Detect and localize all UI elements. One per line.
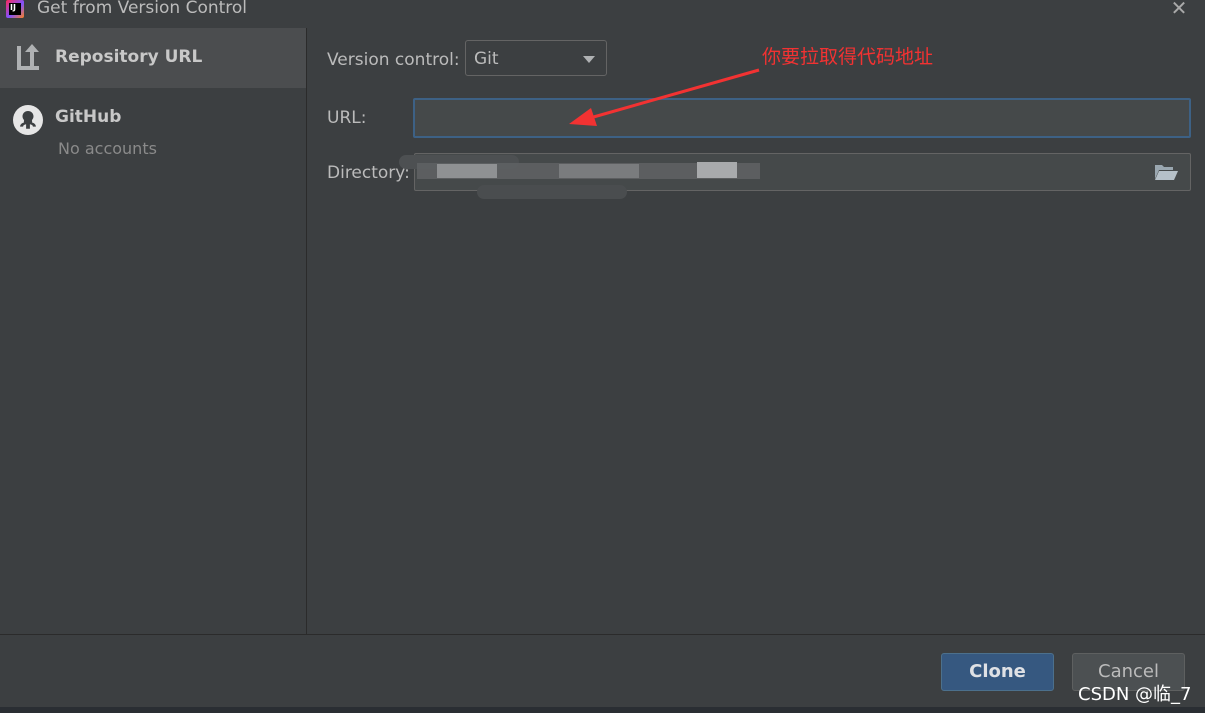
csdn-watermark: CSDN @临_7 [1078, 684, 1192, 705]
taskbar-strip [0, 707, 1205, 713]
title-bar: IJ Get from Version Control ✕ [0, 0, 1205, 22]
intellij-app-icon: IJ [6, 0, 24, 18]
github-accounts-status: No accounts [58, 139, 157, 158]
annotation-arrow [569, 68, 760, 126]
vcs-repository-icon [17, 44, 39, 70]
sidebar-item-label: GitHub [55, 107, 122, 127]
sidebar-item-label: Repository URL [55, 47, 203, 67]
main-panel: Version control: Git URL: Directory: 你要拉… [307, 28, 1205, 634]
window-title: Get from Version Control [37, 0, 248, 18]
footer-separator [0, 634, 1205, 635]
sidebar-item-repository-url[interactable]: Repository URL [0, 28, 306, 88]
close-icon[interactable]: ✕ [1168, 0, 1190, 19]
sidebar: Repository URL GitHub No accounts [0, 28, 307, 634]
clone-button[interactable]: Clone [941, 653, 1054, 691]
github-icon [13, 105, 43, 135]
sidebar-item-github[interactable]: GitHub No accounts [0, 88, 306, 168]
